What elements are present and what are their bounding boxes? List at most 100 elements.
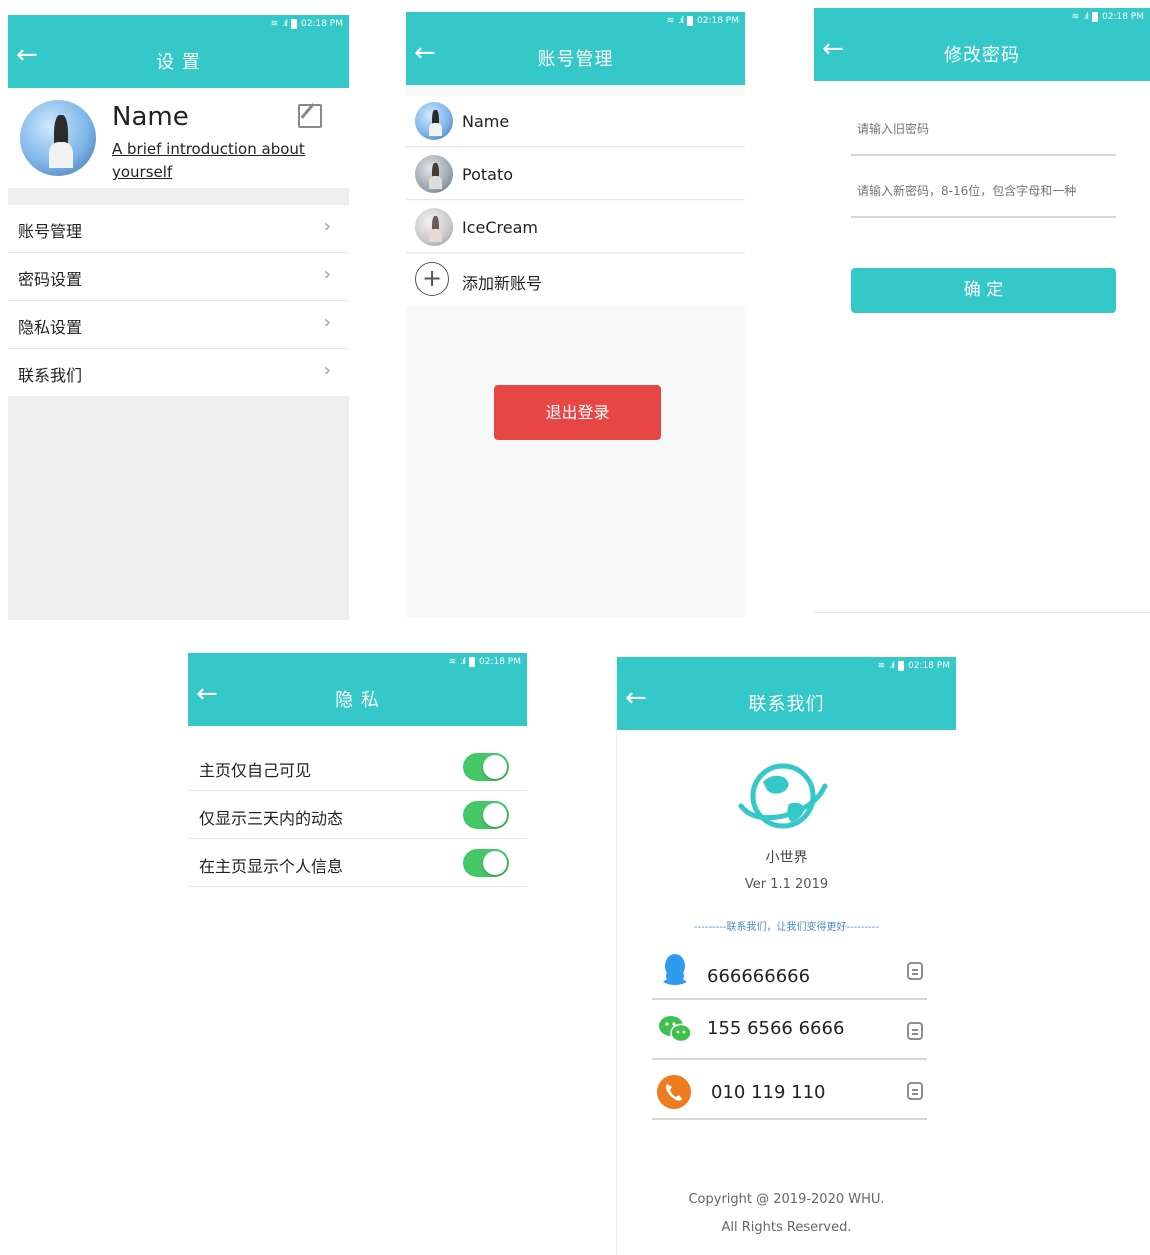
privacy-screen: ≋ .ıl 02:18 PM ← 隐 私 主页仅自己可见 仅显示三天内的动态 在… [188, 653, 527, 893]
add-account-button[interactable]: + 添加新账号 [406, 254, 745, 306]
account-item[interactable]: IceCream [406, 201, 745, 253]
battery-icon [1092, 12, 1098, 22]
signal-icon: .ıl [282, 19, 288, 29]
contact-value[interactable]: 155 6566 6666 [707, 1018, 844, 1039]
profile-card[interactable]: Name A brief introduction about yourself [8, 88, 349, 188]
page-title: 隐 私 [335, 690, 380, 711]
app-name: 小世界 [765, 850, 808, 866]
battery-icon [687, 16, 693, 26]
avatar[interactable] [20, 100, 96, 176]
status-time: 02:18 PM [1102, 12, 1144, 22]
wifi-icon: ≋ [1071, 12, 1080, 22]
accounts-screen: ≋ .ıl 02:18 PM ← 账号管理 Name Potato IceCre… [406, 12, 745, 618]
accounts-header: ≋ .ıl 02:18 PM ← 账号管理 [406, 12, 745, 85]
wifi-icon: ≋ [448, 657, 457, 667]
contact-value[interactable]: 666666666 [707, 966, 810, 987]
copy-icon[interactable] [907, 1082, 923, 1100]
privacy-toggle[interactable] [463, 801, 509, 829]
wifi-icon: ≋ [666, 16, 675, 26]
rights-text: All Rights Reserved. [721, 1220, 852, 1235]
new-password-field[interactable] [851, 180, 1128, 218]
chevron-right-icon: › [323, 216, 331, 237]
add-account-label: 添加新账号 [462, 274, 543, 293]
battery-icon [291, 19, 297, 29]
menu-item-label: 隐私设置 [18, 318, 83, 337]
status-time: 02:18 PM [301, 19, 343, 29]
password-screen: ≋ .ıl 02:18 PM ← 修改密码 确 定 [814, 8, 1150, 613]
chevron-right-icon: › [323, 312, 331, 333]
chevron-right-icon: › [323, 360, 331, 381]
phone-icon [657, 1075, 691, 1109]
battery-icon [898, 661, 904, 671]
wifi-icon: ≋ [877, 661, 886, 671]
settings-screen: ≋ .ıl 02:18 PM ← 设 置 Name A brief introd… [8, 15, 349, 620]
copy-icon[interactable] [907, 962, 923, 980]
menu-item-label: 联系我们 [18, 366, 83, 385]
copy-icon[interactable] [907, 1022, 923, 1040]
account-name: Name [462, 112, 510, 131]
contact-item-wechat: 155 6566 6666 [652, 1000, 927, 1060]
privacy-option-label: 仅显示三天内的动态 [199, 809, 344, 828]
privacy-option: 仅显示三天内的动态 [188, 791, 527, 839]
contact-slogan: ---------联系我们，让我们变得更好--------- [694, 922, 879, 933]
profile-name: Name [112, 102, 189, 132]
old-password-input[interactable] [851, 118, 1128, 140]
chevron-right-icon: › [323, 264, 331, 285]
profile-intro[interactable]: A brief introduction about yourself [112, 138, 322, 184]
confirm-button[interactable]: 确 定 [851, 268, 1116, 313]
qq-icon [663, 954, 687, 985]
privacy-toggle[interactable] [463, 753, 509, 781]
logout-button[interactable]: 退出登录 [494, 385, 661, 440]
contact-screen: ≋ .ıl 02:18 PM ← 联系我们 小世界 Ver 1.1 2019 -… [616, 657, 956, 1255]
status-time: 02:18 PM [697, 16, 739, 26]
edit-icon[interactable] [298, 103, 322, 128]
settings-header: ≋ .ıl 02:18 PM ← 设 置 [8, 15, 349, 88]
password-header: ≋ .ıl 02:18 PM ← 修改密码 [814, 8, 1150, 81]
status-bar: ≋ .ıl 02:18 PM [1072, 12, 1144, 22]
account-name: Potato [462, 165, 514, 184]
account-item[interactable]: Name [406, 96, 745, 147]
privacy-option: 在主页显示个人信息 [188, 839, 527, 887]
status-bar: ≋ .ıl 02:18 PM [878, 661, 950, 671]
status-bar: ≋ .ıl 02:18 PM [667, 16, 739, 26]
signal-icon: .ıl [889, 661, 895, 671]
menu-item-contact[interactable]: 联系我们 › [8, 349, 349, 396]
menu-item-account[interactable]: 账号管理 › [8, 205, 349, 253]
account-item[interactable]: Potato [406, 148, 745, 200]
contact-item-phone: 010 119 110 [652, 1060, 927, 1120]
signal-icon: .ıl [1083, 12, 1089, 22]
status-bar: ≋ .ıl 02:18 PM [271, 19, 343, 29]
menu-item-label: 账号管理 [18, 222, 83, 241]
avatar [415, 155, 453, 193]
page-title: 修改密码 [944, 45, 1020, 66]
plus-circle-icon: + [415, 262, 449, 296]
signal-icon: .ıl [678, 16, 684, 26]
page-title: 联系我们 [748, 694, 825, 715]
globe-logo-icon [738, 763, 828, 829]
old-password-field[interactable] [851, 118, 1128, 156]
privacy-option: 主页仅自己可见 [188, 743, 527, 791]
avatar [415, 208, 453, 246]
menu-item-privacy[interactable]: 隐私设置 › [8, 301, 349, 349]
status-bar: ≋ .ıl 02:18 PM [449, 657, 521, 667]
privacy-option-label: 主页仅自己可见 [199, 761, 312, 780]
status-time: 02:18 PM [479, 657, 521, 667]
menu-item-password[interactable]: 密码设置 › [8, 253, 349, 301]
new-password-input[interactable] [851, 180, 1128, 202]
privacy-toggle[interactable] [463, 849, 509, 877]
copyright-text: Copyright @ 2019-2020 WHU. [688, 1192, 885, 1207]
app-version: Ver 1.1 2019 [744, 877, 829, 892]
wifi-icon: ≋ [270, 19, 279, 29]
battery-icon [469, 657, 475, 667]
wechat-icon [659, 1016, 692, 1043]
privacy-option-label: 在主页显示个人信息 [199, 857, 344, 876]
contact-value[interactable]: 010 119 110 [711, 1082, 826, 1103]
menu-item-label: 密码设置 [18, 270, 83, 289]
contact-header: ≋ .ıl 02:18 PM ← 联系我们 [617, 657, 956, 730]
page-title: 账号管理 [537, 49, 614, 70]
contact-item-qq: 666666666 [652, 940, 927, 1000]
signal-icon: .ıl [460, 657, 466, 667]
status-time: 02:18 PM [908, 661, 950, 671]
account-name: IceCream [462, 218, 538, 237]
privacy-header: ≋ .ıl 02:18 PM ← 隐 私 [188, 653, 527, 726]
